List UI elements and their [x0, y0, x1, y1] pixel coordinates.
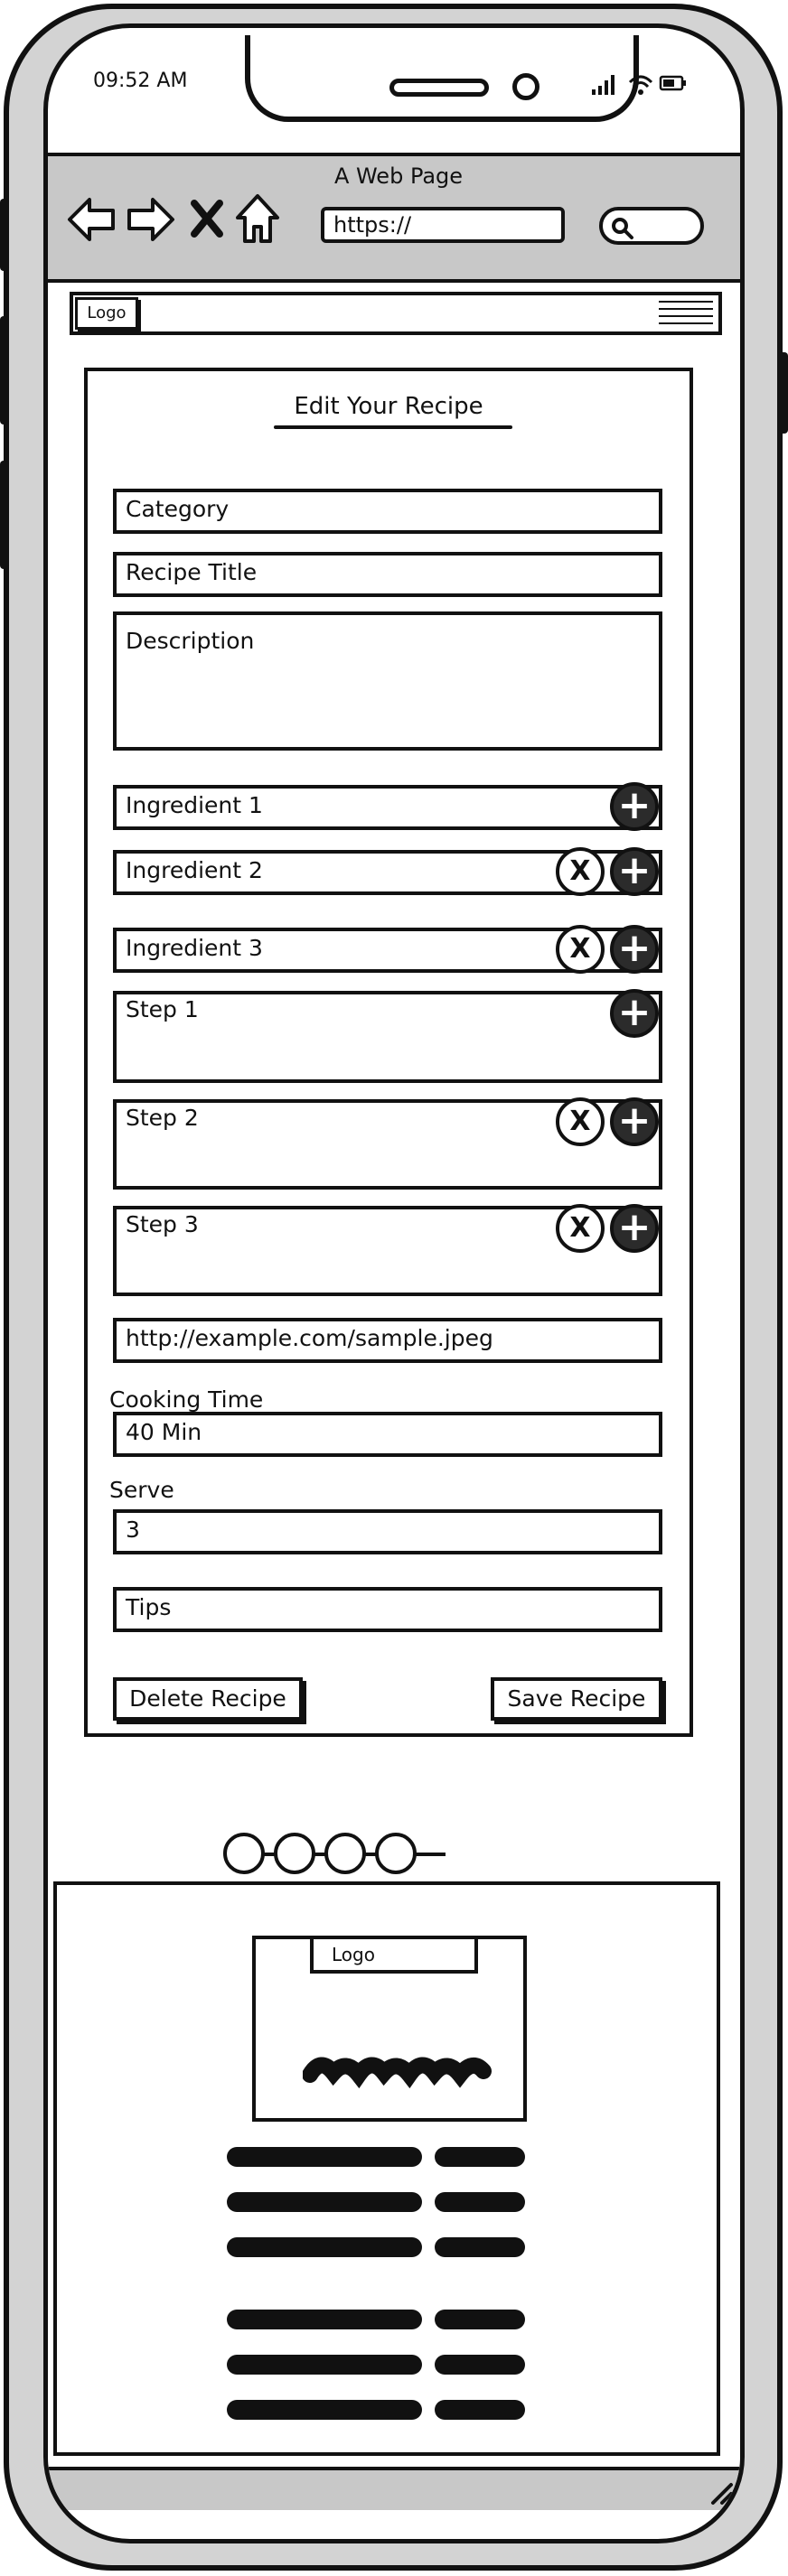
save-recipe-button[interactable]: Save Recipe: [491, 1677, 662, 1721]
page-content: Logo Edit Your Recipe Category Recipe Ti…: [48, 283, 740, 2472]
volume-down-button: [0, 316, 9, 425]
serve-label: Serve: [109, 1477, 174, 1503]
footer-link-scribble: [435, 2310, 525, 2329]
carousel-dot[interactable]: [375, 1833, 417, 1874]
home-icon[interactable]: [234, 192, 281, 245]
remove-ingredient-button[interactable]: X: [556, 847, 605, 896]
ingredient-1-field[interactable]: Ingredient 1: [113, 785, 662, 830]
add-step-button[interactable]: +: [610, 1204, 659, 1253]
footer-link-scribble: [435, 2355, 525, 2375]
cooking-time-label: Cooking Time: [109, 1386, 264, 1413]
browser-toolbar: A Web Page https://: [48, 153, 740, 283]
volume-up-button: [0, 199, 9, 271]
footer-link-scribble: [435, 2192, 525, 2212]
power-button: [779, 352, 788, 434]
footer-link-scribble: [435, 2237, 525, 2257]
search-icon: [612, 218, 633, 239]
site-header: Logo: [70, 292, 722, 335]
remove-step-button[interactable]: X: [556, 1097, 605, 1146]
camera: [512, 73, 539, 100]
add-ingredient-button[interactable]: +: [610, 847, 659, 896]
forward-arrow-icon[interactable]: [126, 194, 176, 245]
step-1-field[interactable]: Step 1: [113, 991, 662, 1083]
tips-field[interactable]: Tips: [113, 1587, 662, 1632]
edit-recipe-form: Edit Your Recipe Category Recipe Title D…: [84, 368, 693, 1737]
delete-recipe-button[interactable]: Delete Recipe: [113, 1677, 303, 1721]
add-step-button[interactable]: +: [610, 1097, 659, 1146]
phone-screen: 09:52 AM A Web Page https:// Logo Edit Y…: [43, 23, 745, 2543]
carousel-dot[interactable]: [274, 1833, 315, 1874]
add-ingredient-button[interactable]: +: [610, 782, 659, 831]
carousel-dot[interactable]: [324, 1833, 366, 1874]
carousel-dot[interactable]: [223, 1833, 265, 1874]
browser-page-title: A Web Page: [333, 163, 464, 189]
status-icons: [592, 75, 686, 95]
footer-link-scribble: [227, 2355, 422, 2375]
footer-text-scribble: [303, 2057, 492, 2089]
site-footer: Logo: [53, 1881, 720, 2456]
form-heading: Edit Your Recipe: [294, 393, 483, 420]
back-arrow-icon[interactable]: [66, 194, 117, 245]
footer-logo[interactable]: Logo: [310, 1936, 478, 1974]
close-icon[interactable]: [189, 198, 225, 239]
footer-link-scribble: [435, 2400, 525, 2420]
resize-handle-icon[interactable]: [708, 2479, 735, 2506]
hamburger-menu-icon[interactable]: [650, 295, 718, 331]
category-field[interactable]: Category: [113, 489, 662, 534]
footer-link-scribble: [435, 2147, 525, 2167]
remove-ingredient-button[interactable]: X: [556, 925, 605, 974]
wifi-icon: [628, 75, 653, 95]
recipe-title-field[interactable]: Recipe Title: [113, 552, 662, 597]
image-url-field[interactable]: http://example.com/sample.jpeg: [113, 1318, 662, 1363]
footer-link-scribble: [227, 2310, 422, 2329]
cooking-time-field[interactable]: 40 Min: [113, 1412, 662, 1457]
footer-link-scribble: [227, 2147, 422, 2167]
description-field[interactable]: Description: [113, 611, 662, 751]
speaker: [389, 79, 489, 97]
add-ingredient-button[interactable]: +: [610, 925, 659, 974]
status-time: 09:52 AM: [93, 70, 188, 92]
battery-icon: [659, 75, 686, 91]
serve-field[interactable]: 3: [113, 1509, 662, 1554]
remove-step-button[interactable]: X: [556, 1204, 605, 1253]
browser-search-field[interactable]: [599, 207, 704, 245]
header-logo[interactable]: Logo: [75, 297, 138, 330]
signal-icon: [592, 75, 614, 95]
footer-logo-card: Logo: [252, 1936, 527, 2122]
url-input[interactable]: https://: [321, 207, 565, 243]
mute-switch: [0, 461, 9, 569]
browser-bottom-bar: [48, 2467, 740, 2510]
footer-links-scribbles: [227, 2147, 552, 2454]
heading-underline: [274, 425, 512, 429]
footer-link-scribble: [227, 2237, 422, 2257]
footer-link-scribble: [227, 2400, 422, 2420]
add-step-button[interactable]: +: [610, 989, 659, 1038]
footer-link-scribble: [227, 2192, 422, 2212]
